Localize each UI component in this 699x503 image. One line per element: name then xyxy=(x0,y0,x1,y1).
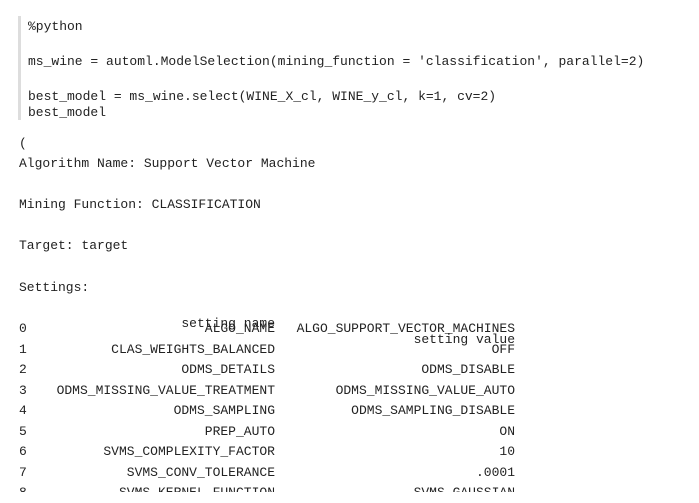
cell-index: 0 xyxy=(19,321,27,336)
cell-value: 10 xyxy=(499,444,515,459)
table-row: 2 ODMS_DETAILS ODMS_DISABLE xyxy=(19,362,519,378)
cell-index: 6 xyxy=(19,444,27,459)
table-row: 6 SVMS_COMPLEXITY_FACTOR 10 xyxy=(19,444,519,460)
cell-name: CLAS_WEIGHTS_BALANCED xyxy=(111,341,275,357)
cell-value: ODMS_SAMPLING_DISABLE xyxy=(351,403,515,418)
table-row: 3 ODMS_MISSING_VALUE_TREATMENT ODMS_MISSIN… xyxy=(19,383,519,399)
cell-index: 7 xyxy=(19,464,27,480)
cell-value: .0001 xyxy=(475,464,515,480)
cell-value: OFF xyxy=(491,341,515,357)
settings-table-header: setting name setting value xyxy=(19,300,519,347)
mining-function: Mining Function: CLASSIFICATION xyxy=(19,197,261,212)
output-area: ( Algorithm Name: Support Vector Machine… xyxy=(0,0,699,492)
algorithm-name: Algorithm Name: Support Vector Machine xyxy=(19,156,316,171)
cell-name: ALGO_NAME xyxy=(204,321,275,336)
output-open-paren: ( xyxy=(19,136,27,151)
table-row: 4 ODMS_SAMPLING ODMS_SAMPLING_DISABLE xyxy=(19,403,519,419)
cell-name: SVMS_KERNEL_FUNCTION xyxy=(119,485,275,492)
cell-index: 5 xyxy=(19,423,27,439)
cell-value: ODMS_DISABLE xyxy=(421,362,515,377)
table-row: 1 CLAS_WEIGHTS_BALANCED OFF xyxy=(19,342,519,358)
cell-name: PREP_AUTO xyxy=(204,423,275,439)
cell-name: SVMS_COMPLEXITY_FACTOR xyxy=(103,444,275,459)
cell-value: ALGO_SUPPORT_VECTOR_MACHINES xyxy=(296,321,515,336)
cell-name: ODMS_MISSING_VALUE_TREATMENT xyxy=(56,382,275,398)
cell-value: ON xyxy=(499,423,515,439)
cell-index: 8 xyxy=(19,485,27,492)
table-row: 7 SVMS_CONV_TOLERANCE .0001 xyxy=(19,465,519,481)
table-row: 5 PREP_AUTO ON xyxy=(19,424,519,440)
target: Target: target xyxy=(19,238,129,253)
cell-index: 1 xyxy=(19,341,27,357)
cell-value: ODMS_MISSING_VALUE_AUTO xyxy=(335,382,515,398)
table-row: 8 SVMS_KERNEL_FUNCTION SVMS_GAUSSIAN xyxy=(19,485,519,492)
cell-index: 4 xyxy=(19,403,27,418)
cell-name: SVMS_CONV_TOLERANCE xyxy=(126,464,275,480)
cell-value: SVMS_GAUSSIAN xyxy=(414,485,515,492)
cell-name: ODMS_SAMPLING xyxy=(173,403,275,418)
table-row: 0 ALGO_NAME ALGO_SUPPORT_VECTOR_MACHINES xyxy=(19,321,519,337)
cell-index: 3 xyxy=(19,382,27,398)
settings-label: Settings: xyxy=(19,280,90,295)
cell-name: ODMS_DETAILS xyxy=(181,362,275,377)
cell-index: 2 xyxy=(19,362,27,377)
